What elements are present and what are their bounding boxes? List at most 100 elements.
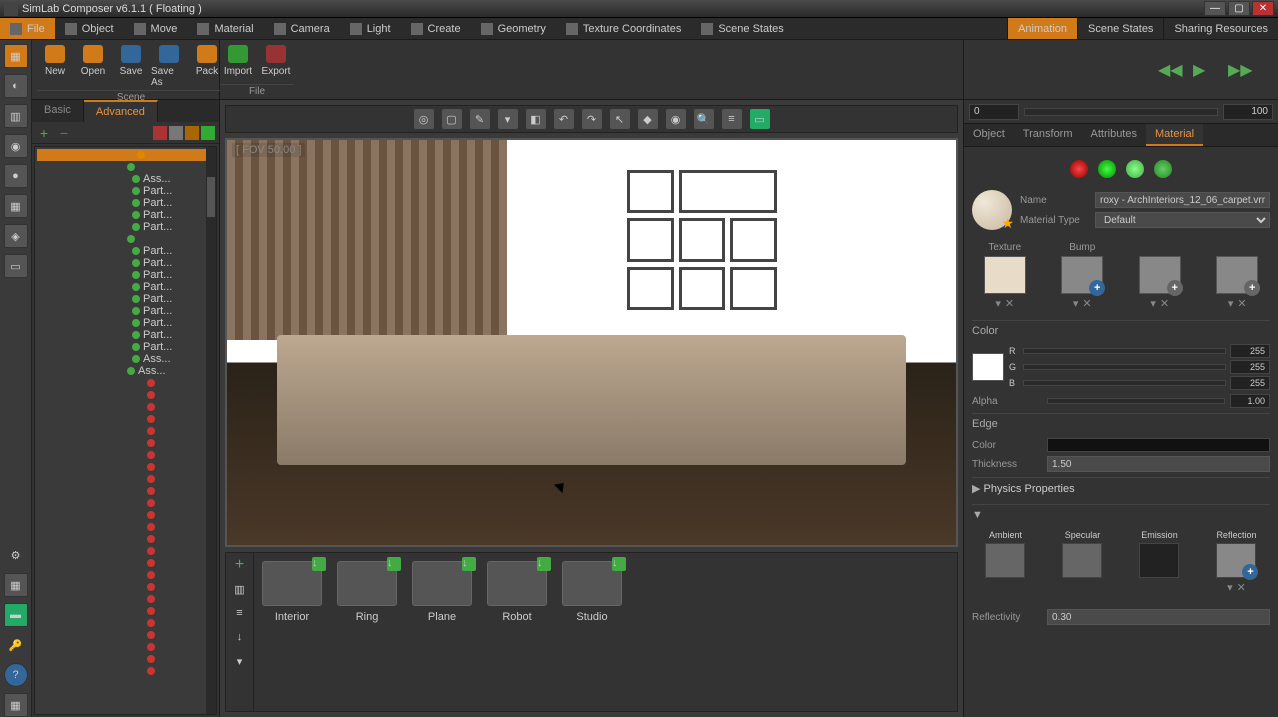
b-slider[interactable] bbox=[1023, 380, 1226, 386]
dropdown-icon[interactable]: ▾ bbox=[1227, 581, 1233, 594]
dropdown-icon[interactable]: ▾ bbox=[995, 297, 1001, 310]
zoom-icon[interactable]: 🔍 bbox=[694, 109, 714, 129]
tool-icon[interactable]: ◐ bbox=[4, 74, 28, 98]
tool-icon[interactable]: ◈ bbox=[4, 224, 28, 248]
close-button[interactable]: ✕ bbox=[1252, 1, 1274, 16]
menu-material[interactable]: Material bbox=[187, 18, 263, 39]
tree-node[interactable]: Part... bbox=[37, 221, 214, 233]
tree-node[interactable] bbox=[37, 497, 214, 509]
minimize-button[interactable]: — bbox=[1204, 1, 1226, 16]
asset-item-ring[interactable]: ↓Ring bbox=[337, 561, 397, 623]
add-icon[interactable]: + bbox=[1242, 564, 1258, 580]
orbit-icon[interactable]: ◎ bbox=[414, 109, 434, 129]
asset-more-icon[interactable]: ▾ bbox=[232, 653, 248, 669]
tree-node[interactable] bbox=[37, 377, 214, 389]
tree-node[interactable] bbox=[37, 161, 214, 173]
help-icon[interactable]: ? bbox=[4, 663, 28, 687]
physics-section[interactable]: ▶ Physics Properties bbox=[972, 477, 1270, 499]
tool-building-icon[interactable]: ▦ bbox=[4, 44, 28, 68]
remove-icon[interactable]: ✕ bbox=[1237, 297, 1246, 310]
remove-icon[interactable]: − bbox=[56, 125, 72, 141]
tree-tool-icon[interactable] bbox=[153, 126, 167, 140]
tree-node[interactable] bbox=[37, 401, 214, 413]
tool-icon[interactable]: ● bbox=[4, 164, 28, 188]
tool-icon[interactable]: ▥ bbox=[4, 104, 28, 128]
tree-node[interactable] bbox=[37, 425, 214, 437]
tree-node[interactable]: Part... bbox=[37, 293, 214, 305]
timeline-end-input[interactable] bbox=[1223, 104, 1273, 120]
emission-slot[interactable] bbox=[1139, 543, 1179, 578]
scene-tree[interactable]: Ass...Part...Part...Part...Part...Part..… bbox=[34, 146, 217, 715]
asset-item-robot[interactable]: ↓Robot bbox=[487, 561, 547, 623]
tree-node[interactable]: Ass... bbox=[37, 353, 214, 365]
prop-tab-object[interactable]: Object bbox=[964, 124, 1014, 146]
alpha-input[interactable] bbox=[1230, 394, 1270, 408]
play-icon[interactable]: ▶ bbox=[1193, 60, 1213, 80]
dropdown-icon[interactable]: ▾ bbox=[1150, 297, 1156, 310]
r-input[interactable] bbox=[1230, 344, 1270, 358]
tree-node[interactable] bbox=[37, 509, 214, 521]
undo-icon[interactable]: ↶ bbox=[554, 109, 574, 129]
tree-node[interactable]: Part... bbox=[37, 185, 214, 197]
tree-node[interactable]: Part... bbox=[37, 245, 214, 257]
asset-item-plane[interactable]: ↓Plane bbox=[412, 561, 472, 623]
tree-node[interactable]: Part... bbox=[37, 281, 214, 293]
tree-tool-icon[interactable] bbox=[169, 126, 183, 140]
rewind-icon[interactable]: ◀◀ bbox=[1158, 60, 1178, 80]
tree-node[interactable] bbox=[37, 485, 214, 497]
tree-node[interactable] bbox=[37, 545, 214, 557]
settings-icon[interactable]: ⚙ bbox=[4, 543, 28, 567]
tree-node[interactable] bbox=[37, 629, 214, 641]
asset-view-icon[interactable]: ▥ bbox=[232, 581, 248, 597]
tree-node[interactable] bbox=[37, 593, 214, 605]
tree-node[interactable] bbox=[37, 569, 214, 581]
screen-icon[interactable]: ▭ bbox=[750, 109, 770, 129]
tree-node[interactable] bbox=[37, 617, 214, 629]
material-ball-icon[interactable] bbox=[1154, 160, 1172, 178]
menu-light[interactable]: Light bbox=[340, 18, 401, 39]
texture-slot[interactable] bbox=[984, 256, 1026, 294]
tool-icon[interactable]: ◉ bbox=[4, 134, 28, 158]
save-button[interactable]: Save bbox=[113, 43, 149, 88]
tree-node[interactable]: Part... bbox=[37, 305, 214, 317]
tab-advanced[interactable]: Advanced bbox=[84, 100, 158, 122]
tree-node[interactable]: Part... bbox=[37, 341, 214, 353]
tree-node[interactable] bbox=[37, 581, 214, 593]
tool-icon[interactable]: ▬ bbox=[4, 603, 28, 627]
reflection-slot[interactable]: + bbox=[1216, 543, 1256, 578]
menu-move[interactable]: Move bbox=[124, 18, 188, 39]
tree-node[interactable] bbox=[37, 461, 214, 473]
shade-icon[interactable]: ◆ bbox=[638, 109, 658, 129]
tree-node[interactable] bbox=[37, 389, 214, 401]
add-icon[interactable]: + bbox=[36, 125, 52, 141]
box-icon[interactable]: ◧ bbox=[526, 109, 546, 129]
menu-file[interactable]: File bbox=[0, 18, 55, 39]
material-type-select[interactable]: Default bbox=[1095, 212, 1270, 228]
thickness-input[interactable] bbox=[1047, 456, 1270, 472]
right-tab-animation[interactable]: Animation bbox=[1007, 18, 1077, 39]
tree-node[interactable]: Ass... bbox=[37, 173, 214, 185]
tool-icon[interactable]: ▦ bbox=[4, 573, 28, 597]
color-swatch[interactable] bbox=[972, 353, 1004, 381]
tree-node[interactable] bbox=[37, 473, 214, 485]
material-name-input[interactable] bbox=[1095, 192, 1270, 208]
scrollbar[interactable] bbox=[206, 147, 216, 714]
ambient-slot[interactable] bbox=[985, 543, 1025, 578]
r-slider[interactable] bbox=[1023, 348, 1226, 354]
dropdown-icon[interactable]: ▾ bbox=[1073, 297, 1079, 310]
export-button[interactable]: Export bbox=[258, 43, 294, 82]
tree-node[interactable] bbox=[37, 641, 214, 653]
camera-icon[interactable]: ▾ bbox=[498, 109, 518, 129]
prop-tab-attributes[interactable]: Attributes bbox=[1082, 124, 1146, 146]
tree-node[interactable] bbox=[37, 437, 214, 449]
tree-node[interactable] bbox=[37, 233, 214, 245]
menu-create[interactable]: Create bbox=[401, 18, 471, 39]
expand-section[interactable]: ▼ bbox=[972, 504, 1270, 525]
add-asset-icon[interactable]: + bbox=[232, 557, 248, 573]
tree-tool-icon[interactable] bbox=[201, 126, 215, 140]
saveas-button[interactable]: Save As bbox=[151, 43, 187, 88]
texture-slot[interactable]: + bbox=[1216, 256, 1258, 294]
reflectivity-input[interactable] bbox=[1047, 609, 1270, 625]
texture-slot[interactable]: + bbox=[1139, 256, 1181, 294]
asset-item-studio[interactable]: ↓Studio bbox=[562, 561, 622, 623]
